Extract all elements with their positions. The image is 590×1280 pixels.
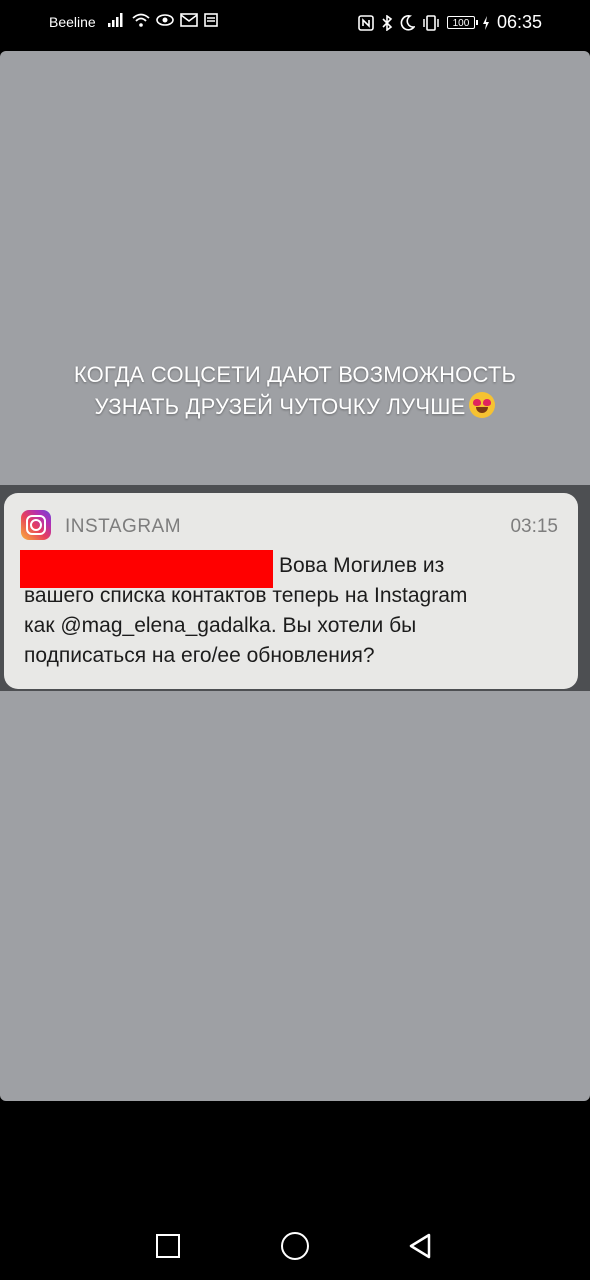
vibrate-icon: [422, 14, 440, 31]
home-icon[interactable]: [281, 1232, 309, 1260]
notification-time: 03:15: [510, 516, 558, 537]
status-bar: Beeline 100 06:35: [0, 0, 590, 46]
moon-icon: [400, 14, 415, 31]
caption-line-2-wrap: УЗНАТЬ ДРУЗЕЙ ЧУТОЧКУ ЛУЧШЕ: [0, 391, 590, 423]
wifi-icon: [132, 13, 150, 27]
instagram-icon: [21, 510, 51, 540]
notification-card: INSTAGRAM 03:15 Вова Могилев из вашего с…: [4, 493, 578, 689]
notification-line-2: вашего списка контактов теперь на Instag…: [24, 584, 468, 607]
bluetooth-icon: [381, 14, 393, 31]
story-card[interactable]: КОГДА СОЦСЕТИ ДАЮТ ВОЗМОЖНОСТЬ УЗНАТЬ ДР…: [0, 51, 590, 1101]
notification-line-3: как @mag_elena_gadalka. Вы хотели бы: [24, 614, 417, 637]
notification-line-1: Вова Могилев из: [279, 554, 445, 577]
notification-body: Вова Могилев из вашего списка контактов …: [24, 551, 569, 671]
navigation-bar: [0, 1200, 590, 1280]
recent-apps-icon[interactable]: [156, 1234, 180, 1258]
eye-icon: [156, 13, 174, 27]
signal-icon: [108, 13, 126, 27]
status-left-icons: [108, 13, 218, 27]
back-icon[interactable]: [407, 1232, 433, 1260]
carrier-name: Beeline: [49, 14, 96, 30]
status-right-icons: 100 06:35: [358, 12, 542, 33]
story-caption: КОГДА СОЦСЕТИ ДАЮТ ВОЗМОЖНОСТЬ УЗНАТЬ ДР…: [0, 359, 590, 423]
caption-line-2: УЗНАТЬ ДРУЗЕЙ ЧУТОЧКУ ЛУЧШЕ: [94, 394, 466, 419]
heart-eyes-emoji-icon: [469, 392, 496, 418]
notification-header: INSTAGRAM 03:15: [21, 510, 558, 544]
notes-icon: [204, 13, 218, 27]
mail-icon: [180, 13, 198, 27]
charging-icon: [482, 15, 490, 30]
notification-app-name: INSTAGRAM: [65, 516, 182, 537]
battery-indicator: 100: [446, 16, 478, 29]
nfc-icon: [358, 14, 374, 31]
status-time: 06:35: [496, 12, 542, 32]
notification-line-4: подписаться на его/ее обновления?: [24, 644, 375, 667]
caption-line-1: КОГДА СОЦСЕТИ ДАЮТ ВОЗМОЖНОСТЬ: [73, 362, 517, 387]
notification-screenshot: INSTAGRAM 03:15 Вова Могилев из вашего с…: [0, 485, 590, 691]
